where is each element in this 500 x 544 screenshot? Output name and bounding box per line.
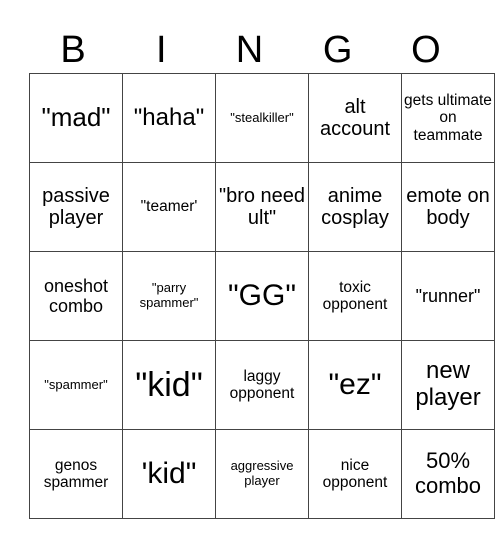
bingo-cell[interactable]: gets ultimate on teammate bbox=[401, 73, 495, 163]
bingo-cell[interactable]: "mad" bbox=[29, 73, 123, 163]
bingo-cell[interactable]: "GG" bbox=[215, 251, 309, 341]
bingo-cell[interactable]: "runner" bbox=[401, 251, 495, 341]
bingo-header: B I N G O bbox=[29, 30, 470, 70]
bingo-cell[interactable]: alt account bbox=[308, 73, 402, 163]
bingo-cell[interactable]: "teamer' bbox=[122, 162, 216, 252]
bingo-cell[interactable]: "bro need ult" bbox=[215, 162, 309, 252]
bingo-cell[interactable]: passive player bbox=[29, 162, 123, 252]
bingo-cell[interactable]: "ez" bbox=[308, 340, 402, 430]
bingo-cell[interactable]: oneshot combo bbox=[29, 251, 123, 341]
grid-row: oneshot combo "parry spammer" "GG" toxic… bbox=[29, 251, 495, 341]
bingo-cell[interactable]: toxic opponent bbox=[308, 251, 402, 341]
grid-row: "spammer" "kid" laggy opponent "ez" new … bbox=[29, 340, 495, 430]
bingo-cell[interactable]: "parry spammer" bbox=[122, 251, 216, 341]
bingo-cell[interactable]: nice opponent bbox=[308, 429, 402, 519]
bingo-cell[interactable]: "stealkiller" bbox=[215, 73, 309, 163]
bingo-cell[interactable]: emote on body bbox=[401, 162, 495, 252]
grid-row: "mad" "haha" "stealkiller" alt account g… bbox=[29, 73, 495, 163]
bingo-cell[interactable]: aggressive player bbox=[215, 429, 309, 519]
grid-row: genos spammer 'kid" aggressive player ni… bbox=[29, 429, 495, 519]
header-letter-i: I bbox=[156, 29, 167, 71]
bingo-cell[interactable]: "spammer" bbox=[29, 340, 123, 430]
bingo-cell[interactable]: "kid" bbox=[122, 340, 216, 430]
bingo-cell[interactable]: genos spammer bbox=[29, 429, 123, 519]
bingo-cell[interactable]: new player bbox=[401, 340, 495, 430]
bingo-cell[interactable]: anime cosplay bbox=[308, 162, 402, 252]
bingo-cell[interactable]: 50% combo bbox=[401, 429, 495, 519]
bingo-grid: "mad" "haha" "stealkiller" alt account g… bbox=[29, 73, 495, 519]
header-letter-o: O bbox=[411, 29, 441, 71]
header-letter-b: B bbox=[60, 29, 86, 71]
bingo-cell[interactable]: 'kid" bbox=[122, 429, 216, 519]
header-letter-n: N bbox=[235, 29, 264, 71]
bingo-cell[interactable]: "haha" bbox=[122, 73, 216, 163]
grid-row: passive player "teamer' "bro need ult" a… bbox=[29, 162, 495, 252]
bingo-cell[interactable]: laggy opponent bbox=[215, 340, 309, 430]
header-letter-g: G bbox=[322, 29, 353, 71]
